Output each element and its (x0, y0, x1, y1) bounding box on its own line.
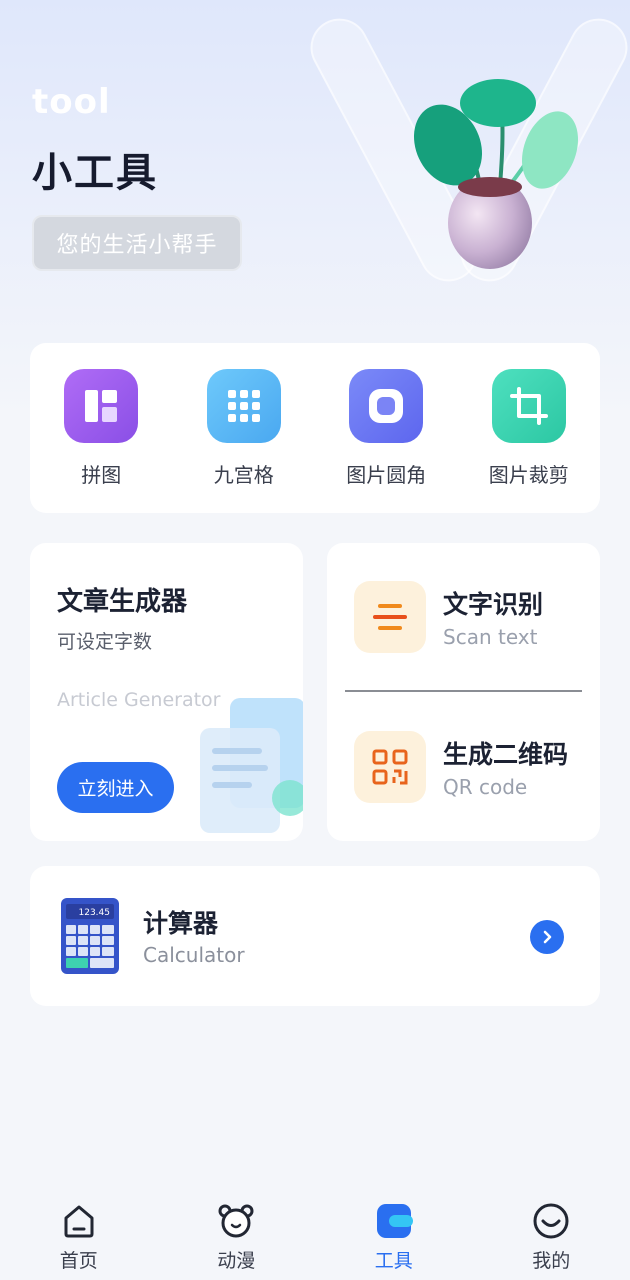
calculator-card[interactable]: 123.45 计算器 Calculator (30, 866, 600, 1006)
tool-icon (376, 1204, 413, 1238)
rounded-corner-icon (349, 369, 424, 443)
article-generator-title: 文章生成器 (57, 587, 188, 617)
plant-illustration (413, 79, 579, 269)
document-illustration (200, 698, 303, 833)
tab-anime[interactable]: 动漫 (158, 1190, 316, 1280)
home-icon (64, 1205, 94, 1238)
calculator-icon: 123.45 (61, 898, 119, 974)
quick-tools-card: 拼图 九宫格 图片圆角 图片裁剪 (30, 343, 600, 513)
calculator-title: 计算器 (143, 909, 219, 938)
article-generator-subtitle: 可设定字数 (57, 631, 153, 653)
tool-crop[interactable]: 图片裁剪 (458, 343, 601, 513)
enter-now-button[interactable]: 立刻进入 (57, 762, 174, 813)
ocr-title: 文字识别 (443, 590, 544, 619)
tool-crop-label: 图片裁剪 (488, 463, 569, 487)
puzzle-layout-icon (64, 369, 139, 443)
ocr-subtitle: Scan text (443, 625, 538, 649)
tab-mine[interactable]: 我的 (473, 1190, 630, 1280)
bottom-tab-bar: 首页 动漫 工具 我的 (0, 1190, 630, 1280)
calculator-subtitle: Calculator (143, 943, 245, 967)
ocr-row[interactable]: 文字识别 Scan text (327, 543, 600, 663)
crop-icon (491, 369, 566, 443)
page-title: 小工具 (32, 150, 158, 196)
qr-subtitle: QR code (443, 775, 528, 799)
tab-anime-label: 动漫 (217, 1250, 256, 1272)
tool-puzzle-label: 拼图 (81, 463, 122, 487)
tab-mine-label: 我的 (532, 1250, 571, 1272)
tool-rounded-corner-label: 图片圆角 (346, 463, 427, 487)
tab-home-label: 首页 (59, 1250, 98, 1272)
hero-subtitle-chip: 您的生活小帮手 (32, 215, 242, 271)
qr-code-icon (354, 731, 426, 803)
smile-profile-icon (533, 1203, 569, 1239)
tool-nine-grid-label: 九宫格 (213, 463, 274, 487)
tab-tools-label: 工具 (374, 1250, 413, 1272)
scan-text-icon (354, 581, 426, 653)
calculator-display: 123.45 (79, 908, 111, 918)
tool-puzzle[interactable]: 拼图 (30, 343, 173, 513)
text-tools-card: 文字识别 Scan text 生成二维码 QR code (327, 543, 600, 841)
qr-title: 生成二维码 (443, 740, 569, 769)
tool-nine-grid[interactable]: 九宫格 (173, 343, 316, 513)
qr-row[interactable]: 生成二维码 QR code (327, 693, 600, 813)
chevron-right-icon[interactable] (530, 920, 564, 954)
tool-rounded-corner[interactable]: 图片圆角 (315, 343, 458, 513)
tab-home[interactable]: 首页 (0, 1190, 158, 1280)
bear-face-icon (218, 1204, 254, 1238)
divider (345, 690, 582, 692)
tab-tools[interactable]: 工具 (315, 1190, 473, 1280)
hero-tag: tool (32, 82, 111, 122)
article-generator-card[interactable]: 文章生成器 可设定字数 Article Generator 立刻进入 (30, 543, 303, 841)
grid-nine-icon (206, 369, 281, 443)
